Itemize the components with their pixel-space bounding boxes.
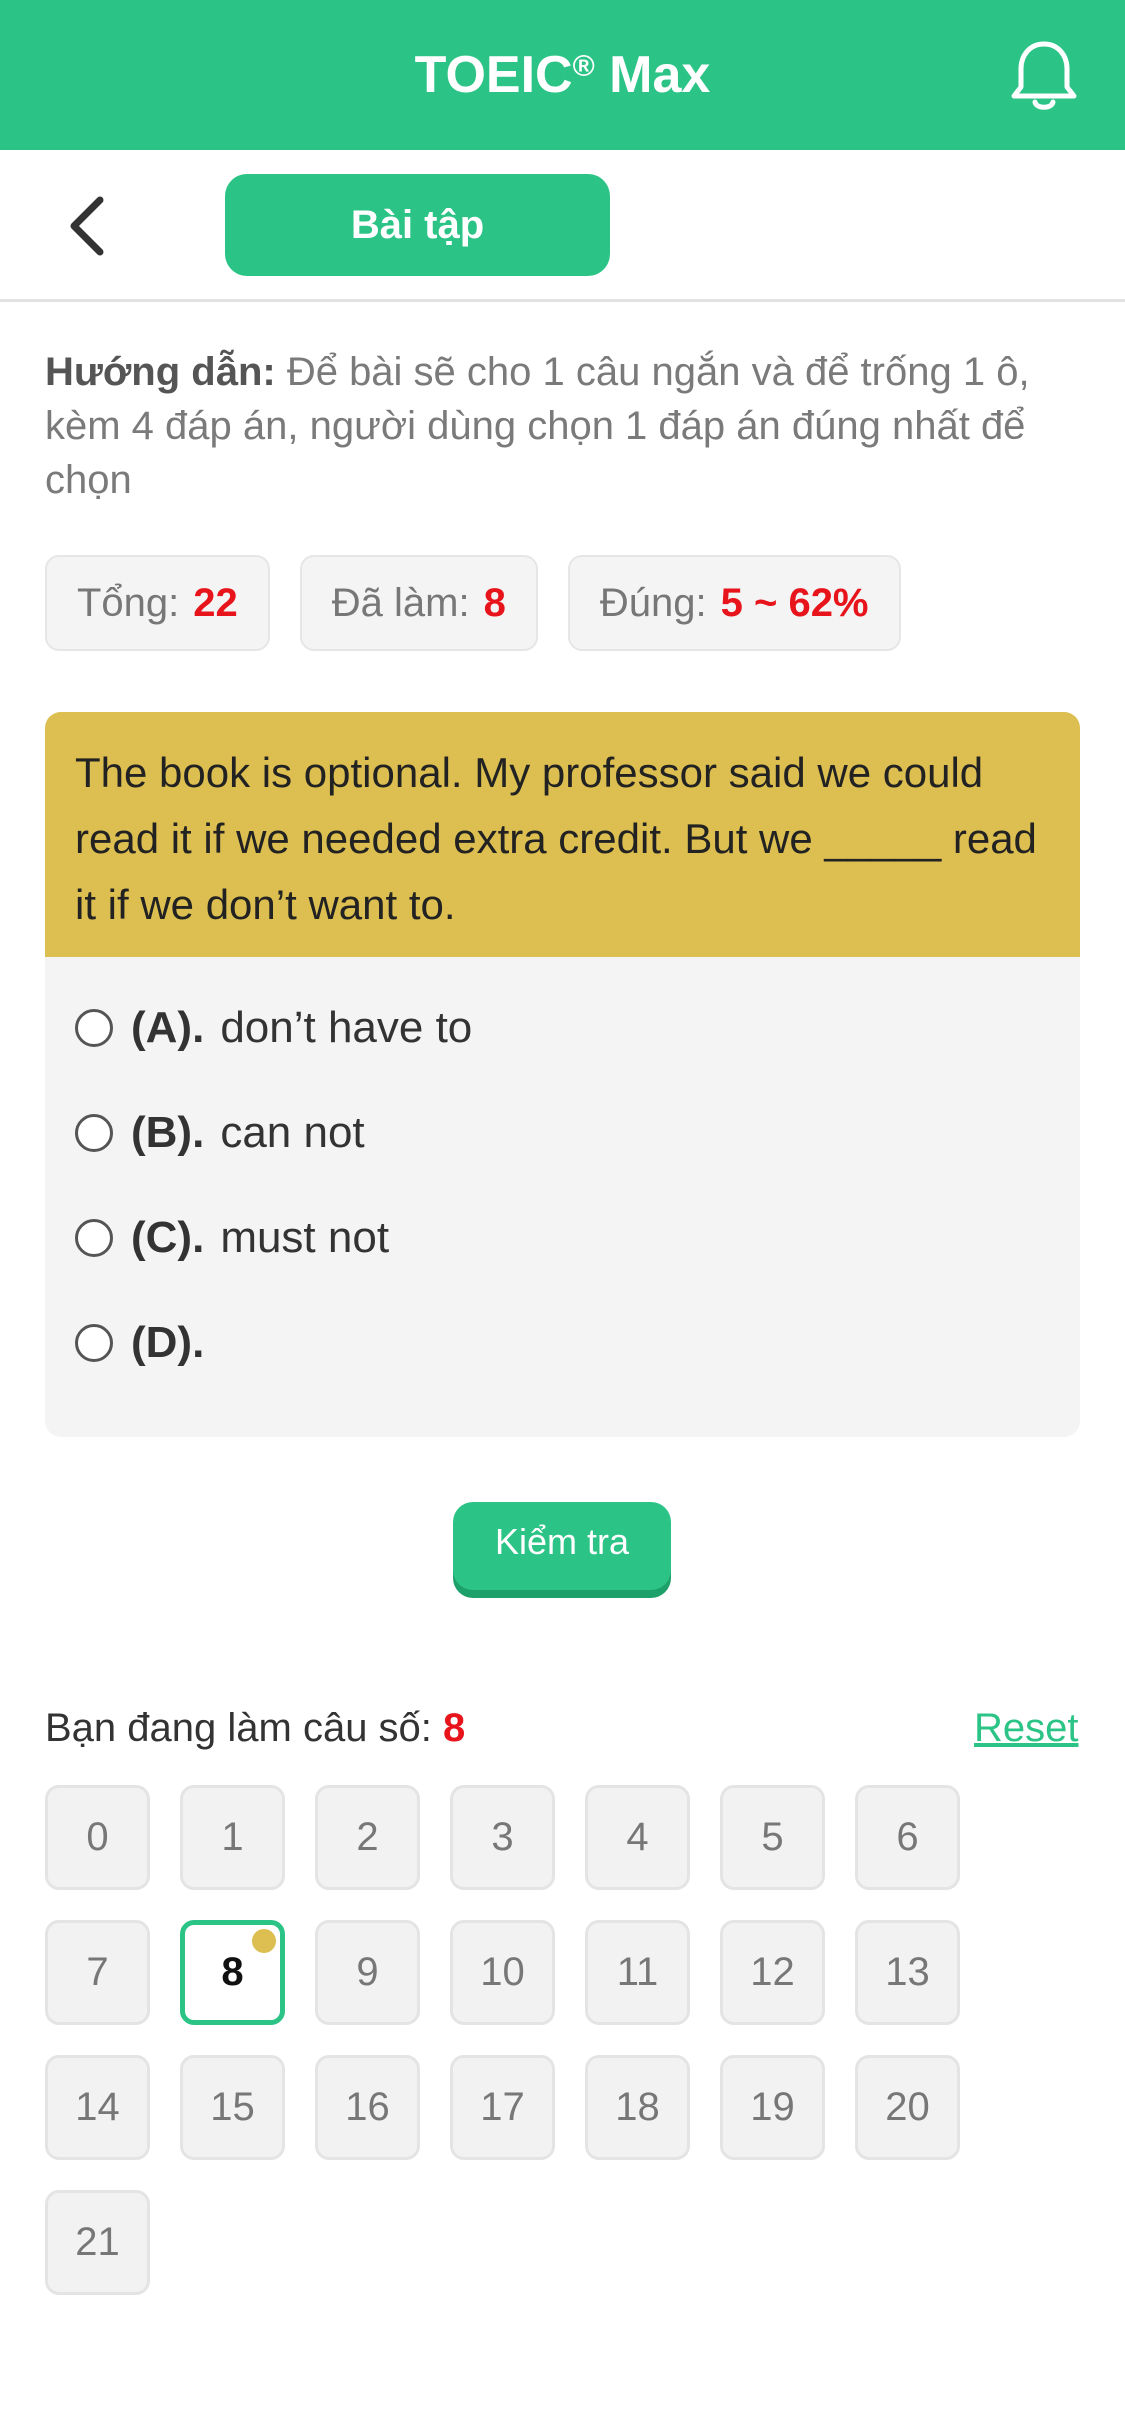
question-number-label: 6	[896, 1815, 919, 1859]
question-number-button[interactable]: 2	[315, 1785, 420, 1890]
answer-options: (A). don’t have to (B). can not (C). mus…	[45, 957, 1080, 1395]
question-number-label: 7	[86, 1950, 109, 1994]
question-number-button[interactable]: 5	[720, 1785, 825, 1890]
current-dot-icon	[252, 1929, 276, 1953]
question-number-label: 5	[761, 1815, 784, 1859]
question-number-label: 8	[221, 1950, 244, 1994]
question-number-label: 10	[480, 1950, 525, 1994]
stat-correct-label: Đúng:	[599, 581, 707, 625]
question-number-button[interactable]: 12	[720, 1920, 825, 2025]
question-number-button[interactable]: 16	[315, 2055, 420, 2160]
app-title-suffix: Max	[594, 46, 711, 104]
option-key: (D).	[131, 1317, 205, 1367]
question-number-button[interactable]: 3	[450, 1785, 555, 1890]
radio-icon[interactable]	[75, 1218, 113, 1257]
option-b[interactable]: (B). can not	[45, 1080, 1080, 1185]
app-header: TOEIC® Max	[0, 0, 1125, 150]
question-number-button[interactable]: 20	[855, 2055, 960, 2160]
instructions-label: Hướng dẫn:	[45, 350, 276, 394]
stat-done: Đã làm: 8	[299, 555, 538, 651]
question-number-button[interactable]: 18	[585, 2055, 690, 2160]
stat-done-label: Đã làm:	[331, 581, 470, 625]
option-text: don’t have to	[220, 1002, 473, 1052]
question-number-button[interactable]: 21	[45, 2190, 150, 2295]
question-number-button[interactable]: 0	[45, 1785, 150, 1890]
question-number-button[interactable]: 4	[585, 1785, 690, 1890]
question-number-label: 15	[210, 2085, 255, 2129]
question-number-label: 12	[750, 1950, 795, 1994]
current-question-indicator: Bạn đang làm câu số: 8	[45, 1700, 465, 1756]
question-number-label: 0	[86, 1815, 109, 1859]
question-number-button[interactable]: 14	[45, 2055, 150, 2160]
option-d[interactable]: (D).	[45, 1290, 1080, 1395]
question-number-button[interactable]: 10	[450, 1920, 555, 2025]
bell-icon[interactable]	[1008, 38, 1080, 114]
stat-total: Tổng: 22	[45, 555, 270, 651]
question-number-label: 21	[75, 2220, 120, 2264]
stat-correct: Đúng: 5 ~ 62%	[567, 555, 901, 651]
question-number-label: 18	[615, 2085, 660, 2129]
question-number-label: 3	[491, 1815, 514, 1859]
app-title: TOEIC® Max	[0, 0, 1125, 150]
reset-link[interactable]: Reset	[974, 1700, 1079, 1756]
option-text: must not	[220, 1212, 390, 1262]
question-number-button[interactable]: 19	[720, 2055, 825, 2160]
option-text: can not	[220, 1107, 365, 1157]
exercise-tab-button[interactable]: Bài tập	[225, 174, 610, 276]
stat-total-value: 22	[193, 581, 238, 625]
question-number-label: 11	[616, 1950, 659, 1994]
sub-navigation: Bài tập	[0, 150, 1125, 302]
chevron-left-icon[interactable]	[62, 194, 112, 258]
option-key: (A).	[131, 1002, 205, 1052]
question-number-label: 16	[345, 2085, 390, 2129]
question-number-label: 4	[626, 1815, 649, 1859]
question-number-label: 1	[221, 1815, 244, 1859]
question-card: The book is optional. My professor said …	[45, 712, 1080, 1437]
question-number-label: 14	[75, 2085, 120, 2129]
stat-done-value: 8	[483, 581, 506, 625]
question-number-button[interactable]: 1	[180, 1785, 285, 1890]
question-number-button[interactable]: 7	[45, 1920, 150, 2025]
question-number-button[interactable]: 11	[585, 1920, 690, 2025]
stat-total-label: Tổng:	[77, 581, 180, 625]
radio-icon[interactable]	[75, 1113, 113, 1152]
option-key: (C).	[131, 1212, 205, 1262]
current-question-number: 8	[443, 1706, 466, 1750]
app-title-text: TOEIC	[414, 46, 573, 104]
question-number-button[interactable]: 17	[450, 2055, 555, 2160]
radio-icon[interactable]	[75, 1323, 113, 1362]
question-number-button[interactable]: 13	[855, 1920, 960, 2025]
question-number-button[interactable]: 9	[315, 1920, 420, 2025]
question-number-button[interactable]: 6	[855, 1785, 960, 1890]
radio-icon[interactable]	[75, 1008, 113, 1047]
question-number-label: 17	[480, 2085, 525, 2129]
instructions: Hướng dẫn: Để bài sẽ cho 1 câu ngắn và đ…	[45, 345, 1085, 507]
option-c[interactable]: (C). must not	[45, 1185, 1080, 1290]
question-number-label: 20	[885, 2085, 930, 2129]
question-number-label: 19	[750, 2085, 795, 2129]
option-key: (B).	[131, 1107, 205, 1157]
current-question-label: Bạn đang làm câu số:	[45, 1706, 432, 1750]
question-number-label: 2	[356, 1815, 379, 1859]
question-number-label: 13	[885, 1950, 930, 1994]
stats-row: Tổng: 22 Đã làm: 8 Đúng: 5 ~ 62%	[45, 555, 901, 651]
check-button[interactable]: Kiểm tra	[453, 1502, 671, 1590]
question-number-button[interactable]: 15	[180, 2055, 285, 2160]
stat-correct-value: 5 ~ 62%	[720, 581, 869, 625]
registered-mark: ®	[572, 50, 595, 83]
question-number-label: 9	[356, 1950, 379, 1994]
option-a[interactable]: (A). don’t have to	[45, 975, 1080, 1080]
question-text: The book is optional. My professor said …	[45, 712, 1080, 957]
question-number-button[interactable]: 8	[180, 1920, 285, 2025]
